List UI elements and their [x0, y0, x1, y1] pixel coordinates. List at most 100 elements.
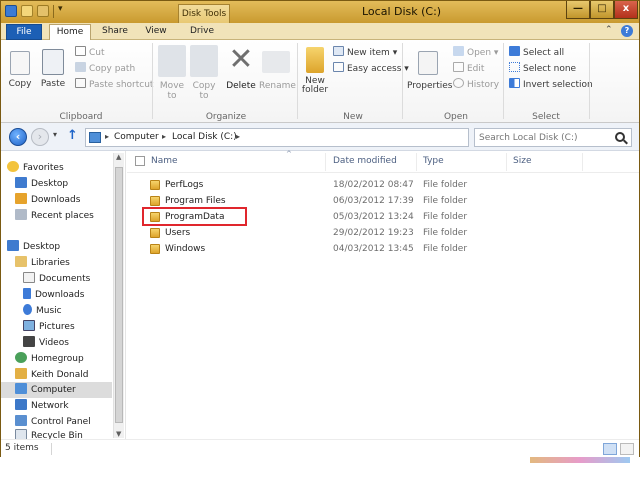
- new-item-button[interactable]: New item ▾: [333, 46, 397, 58]
- tab-home[interactable]: Home: [49, 24, 91, 41]
- file-row[interactable]: Users 29/02/2012 19:23 File folder: [127, 226, 639, 241]
- search-box[interactable]: [474, 128, 632, 147]
- up-arrow-icon[interactable]: ↑: [67, 128, 78, 143]
- nav-music[interactable]: Music: [23, 304, 62, 319]
- scroll-thumb[interactable]: [115, 167, 123, 423]
- window-title: Local Disk (C:): [362, 5, 442, 18]
- nav-library-downloads[interactable]: Downloads: [23, 288, 84, 303]
- copy-to-button[interactable]: Copy to: [189, 45, 219, 101]
- breadcrumb-local-disk[interactable]: Local Disk (C:): [172, 132, 237, 142]
- paste-button[interactable]: Paste: [37, 45, 69, 89]
- edit-button[interactable]: Edit: [453, 62, 484, 74]
- nav-scrollbar[interactable]: ▲ ▼: [113, 153, 124, 438]
- details-view-icon[interactable]: [603, 443, 617, 455]
- disk-tools-contextual-tab[interactable]: Disk Tools: [178, 4, 230, 23]
- nav-videos[interactable]: Videos: [23, 336, 69, 351]
- nav-downloads[interactable]: Downloads: [15, 193, 80, 208]
- column-separator[interactable]: [506, 153, 507, 171]
- ribbon-separator: [589, 43, 590, 119]
- maximize-button[interactable]: □: [590, 1, 614, 19]
- downloads-icon: [15, 193, 27, 204]
- title-bar[interactable]: ▾ Disk Tools Local Disk (C:) — □ x: [1, 1, 639, 23]
- column-header-date-modified[interactable]: Date modified: [333, 156, 397, 166]
- nav-recent-places[interactable]: Recent places: [15, 209, 94, 224]
- recent-locations-icon[interactable]: ▾: [53, 130, 57, 139]
- column-header-type[interactable]: Type: [423, 156, 444, 166]
- download-arrow-icon: [23, 288, 31, 299]
- nav-control-panel[interactable]: Control Panel: [15, 415, 91, 430]
- nav-label: Music: [36, 306, 62, 316]
- rename-button[interactable]: Rename: [259, 45, 296, 91]
- paste-shortcut-label: Paste shortcut: [89, 80, 154, 90]
- new-folder-button[interactable]: New folder: [301, 45, 329, 95]
- properties-button[interactable]: Properties: [407, 45, 452, 91]
- invert-selection-label: Invert selection: [523, 80, 593, 90]
- back-arrow-icon[interactable]: ‹: [9, 128, 27, 146]
- file-row[interactable]: Program Files 06/03/2012 17:39 File fold…: [127, 194, 639, 209]
- nav-network[interactable]: Network: [15, 399, 69, 414]
- select-none-button[interactable]: Select none: [509, 62, 576, 74]
- cut-button[interactable]: Cut: [75, 46, 105, 58]
- breadcrumb-arrow-icon[interactable]: ▸: [162, 132, 166, 141]
- videos-icon: [23, 336, 35, 347]
- tab-drive[interactable]: Drive: [181, 24, 223, 40]
- select-all-button[interactable]: Select all: [509, 46, 564, 58]
- open-icon: [453, 46, 464, 56]
- tab-view[interactable]: View: [139, 24, 173, 40]
- column-header-name[interactable]: Name: [151, 156, 178, 166]
- copy-path-button[interactable]: Copy path: [75, 62, 135, 74]
- column-separator[interactable]: [416, 153, 417, 171]
- delete-button[interactable]: ✕ Delete: [225, 45, 257, 92]
- address-input[interactable]: ▸ Computer ▸ Local Disk (C:) ▸ ▾ ⟳: [85, 128, 533, 147]
- search-input[interactable]: [479, 131, 605, 144]
- nav-desktop-root[interactable]: Desktop: [7, 240, 60, 255]
- search-icon[interactable]: [615, 132, 625, 142]
- paste-shortcut-button[interactable]: Paste shortcut: [75, 78, 153, 90]
- easy-access-button[interactable]: Easy access ▾: [333, 62, 409, 74]
- column-header-size[interactable]: Size: [513, 156, 531, 166]
- move-to-label: Move to: [159, 81, 185, 101]
- breadcrumb-computer[interactable]: Computer: [114, 132, 159, 142]
- customize-quick-access-icon[interactable]: ▾: [58, 4, 63, 14]
- breadcrumb-arrow-icon[interactable]: ▸: [105, 132, 109, 141]
- column-separator[interactable]: [325, 153, 326, 171]
- nav-pictures[interactable]: Pictures: [23, 320, 75, 335]
- nav-computer[interactable]: Computer: [1, 382, 112, 398]
- file-row[interactable]: ProgramData 05/03/2012 13:24 File folder: [127, 207, 639, 226]
- control-panel-icon: [15, 415, 27, 426]
- select-all-checkbox[interactable]: [135, 156, 145, 166]
- nav-desktop[interactable]: Desktop: [15, 177, 68, 192]
- properties-quick-icon[interactable]: [21, 5, 33, 17]
- scroll-down-icon[interactable]: ▼: [116, 430, 121, 438]
- nav-user-folder[interactable]: Keith Donald: [15, 368, 88, 383]
- column-separator[interactable]: [582, 153, 583, 171]
- tab-share[interactable]: Share: [95, 24, 135, 40]
- file-row[interactable]: Windows 04/03/2012 13:45 File folder: [127, 242, 639, 257]
- nav-homegroup[interactable]: Homegroup: [15, 352, 84, 367]
- scroll-up-icon[interactable]: ▲: [116, 153, 121, 161]
- minimize-button[interactable]: —: [566, 1, 590, 19]
- nav-libraries[interactable]: Libraries: [15, 256, 70, 271]
- history-button[interactable]: History: [453, 78, 499, 90]
- libraries-icon: [15, 256, 27, 267]
- large-icons-view-icon[interactable]: [620, 443, 634, 455]
- expand-ribbon-icon[interactable]: ⌃: [605, 25, 613, 35]
- nav-documents[interactable]: Documents: [23, 272, 90, 287]
- nav-favorites[interactable]: Favorites: [7, 161, 64, 176]
- help-icon[interactable]: ?: [621, 25, 633, 37]
- explorer-app-icon[interactable]: [5, 5, 17, 17]
- new-folder-quick-icon[interactable]: [37, 5, 49, 17]
- new-folder-label: New folder: [301, 76, 329, 95]
- open-button[interactable]: Open ▾: [453, 46, 498, 58]
- forward-arrow-icon[interactable]: ›: [31, 128, 49, 146]
- file-date: 06/03/2012 17:39: [333, 196, 414, 206]
- address-bar-row: ‹ › ▾ ↑ ▸ Computer ▸ Local Disk (C:) ▸ ▾…: [1, 123, 639, 151]
- rename-label: Rename: [259, 81, 296, 91]
- close-button[interactable]: x: [614, 1, 638, 19]
- file-row[interactable]: PerfLogs 18/02/2012 08:47 File folder: [127, 178, 639, 193]
- copy-button[interactable]: Copy: [5, 45, 35, 89]
- breadcrumb-arrow-icon[interactable]: ▸: [236, 132, 240, 141]
- move-to-button[interactable]: Move to: [157, 45, 187, 101]
- tab-file[interactable]: File: [6, 24, 42, 40]
- invert-selection-button[interactable]: Invert selection: [509, 78, 593, 90]
